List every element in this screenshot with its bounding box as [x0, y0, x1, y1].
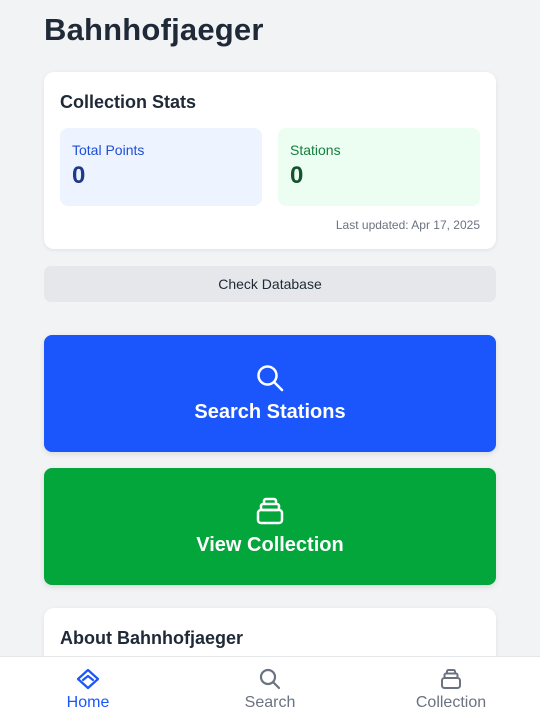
about-title: About Bahnhofjaeger	[60, 628, 243, 648]
tab-collection[interactable]: Collection	[391, 657, 511, 720]
search-stations-button[interactable]: Search Stations	[44, 335, 496, 452]
stations-label: Stations	[290, 142, 341, 158]
search-stations-label: Search Stations	[194, 401, 346, 423]
home-icon	[76, 668, 100, 690]
tab-collection-label: Collection	[415, 694, 487, 711]
tab-home-label: Home	[66, 694, 110, 711]
collection-icon	[441, 669, 461, 689]
view-collection-label: View Collection	[196, 534, 344, 556]
view-collection-button[interactable]: View Collection	[44, 468, 496, 585]
last-updated-text: Last updated: Apr 17, 2025	[335, 218, 480, 232]
stations-value: 0	[290, 162, 304, 189]
collection-icon	[256, 497, 284, 525]
tab-home[interactable]: Home	[28, 657, 148, 720]
search-icon	[259, 668, 281, 690]
stats-title: Collection Stats	[60, 92, 197, 112]
bottom-tab-bar: Home Search Collection	[0, 656, 540, 720]
total-points-value: 0	[72, 162, 86, 189]
total-points-box: Total Points 0	[60, 128, 262, 206]
tab-search-label: Search	[244, 694, 296, 711]
stations-box: Stations 0	[278, 128, 480, 206]
check-database-button[interactable]: Check Database	[44, 266, 496, 302]
collection-stats-card: Collection Stats Total Points 0 Stations…	[44, 72, 496, 249]
app-title: Bahnhofjaeger	[44, 12, 264, 47]
tab-search[interactable]: Search	[210, 657, 330, 720]
search-icon	[257, 365, 284, 392]
total-points-label: Total Points	[72, 142, 145, 158]
